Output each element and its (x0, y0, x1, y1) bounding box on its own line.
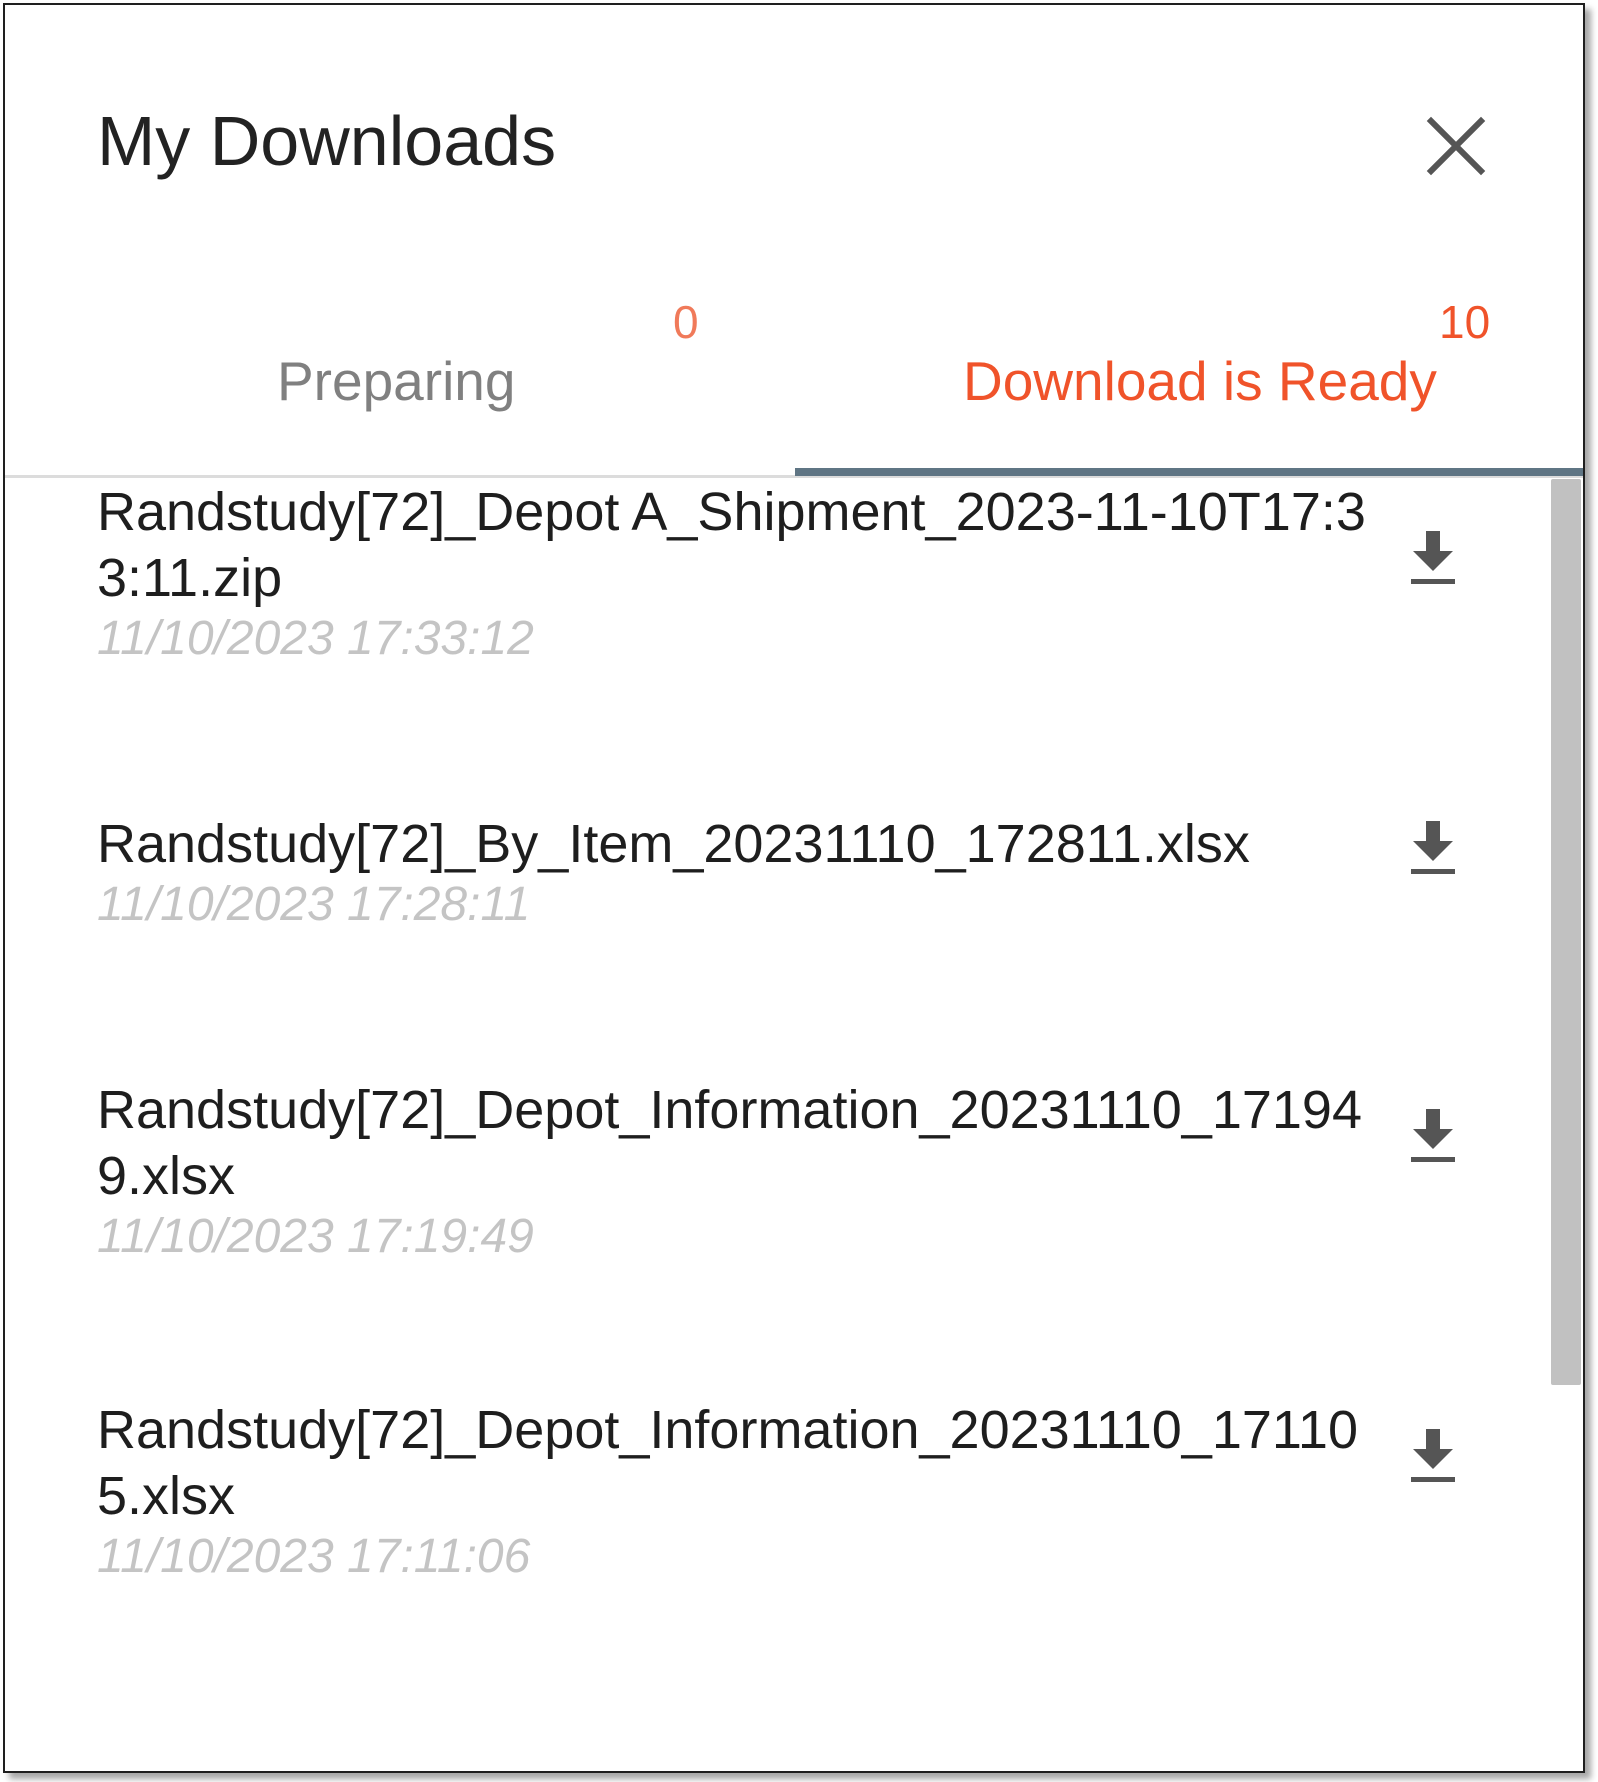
download-button[interactable] (1407, 529, 1459, 589)
tab-download-ready-count: 10 (1439, 296, 1491, 348)
active-tab-indicator (795, 468, 1583, 476)
download-button[interactable] (1407, 1107, 1459, 1167)
close-icon (1426, 116, 1486, 176)
downloads-list: Randstudy[72]_Depot A_Shipment_2023-11-1… (5, 479, 1583, 1771)
file-name: Randstudy[72]_Depot A_Shipment_2023-11-1… (97, 482, 1366, 608)
file-date: 11/10/2023 17:33:12 (97, 612, 534, 665)
download-button[interactable] (1407, 819, 1459, 879)
dialog-title: My Downloads (97, 102, 557, 180)
file-date: 11/10/2023 17:11:06 (97, 1530, 531, 1583)
file-name: Randstudy[72]_Depot_Information_20231110… (97, 1400, 1358, 1526)
download-icon (1411, 1109, 1455, 1162)
tab-download-ready-label: Download is Ready (963, 350, 1437, 412)
scrollbar-thumb[interactable] (1551, 479, 1581, 1385)
dialog-header: My Downloads (5, 5, 1583, 235)
tab-preparing-count: 0 (673, 296, 699, 348)
download-icon (1411, 1429, 1455, 1482)
tab-preparing[interactable]: 0 Preparing (5, 235, 795, 475)
tab-bar: 0 Preparing 10 Download is Ready (5, 235, 1583, 478)
tab-download-ready[interactable]: 10 Download is Ready (795, 235, 1583, 475)
tab-preparing-label: Preparing (277, 350, 516, 412)
download-icon (1411, 821, 1455, 874)
file-name: Randstudy[72]_Depot_Information_20231110… (97, 1080, 1362, 1206)
download-button[interactable] (1407, 1427, 1459, 1487)
downloads-dialog: My Downloads 0 Preparing 10 Download is … (3, 3, 1585, 1773)
file-date: 11/10/2023 17:19:49 (97, 1210, 534, 1263)
download-icon (1411, 531, 1455, 584)
file-date: 11/10/2023 17:28:11 (97, 878, 531, 931)
file-name: Randstudy[72]_By_Item_20231110_172811.xl… (97, 814, 1250, 874)
close-button[interactable] (1423, 113, 1489, 179)
